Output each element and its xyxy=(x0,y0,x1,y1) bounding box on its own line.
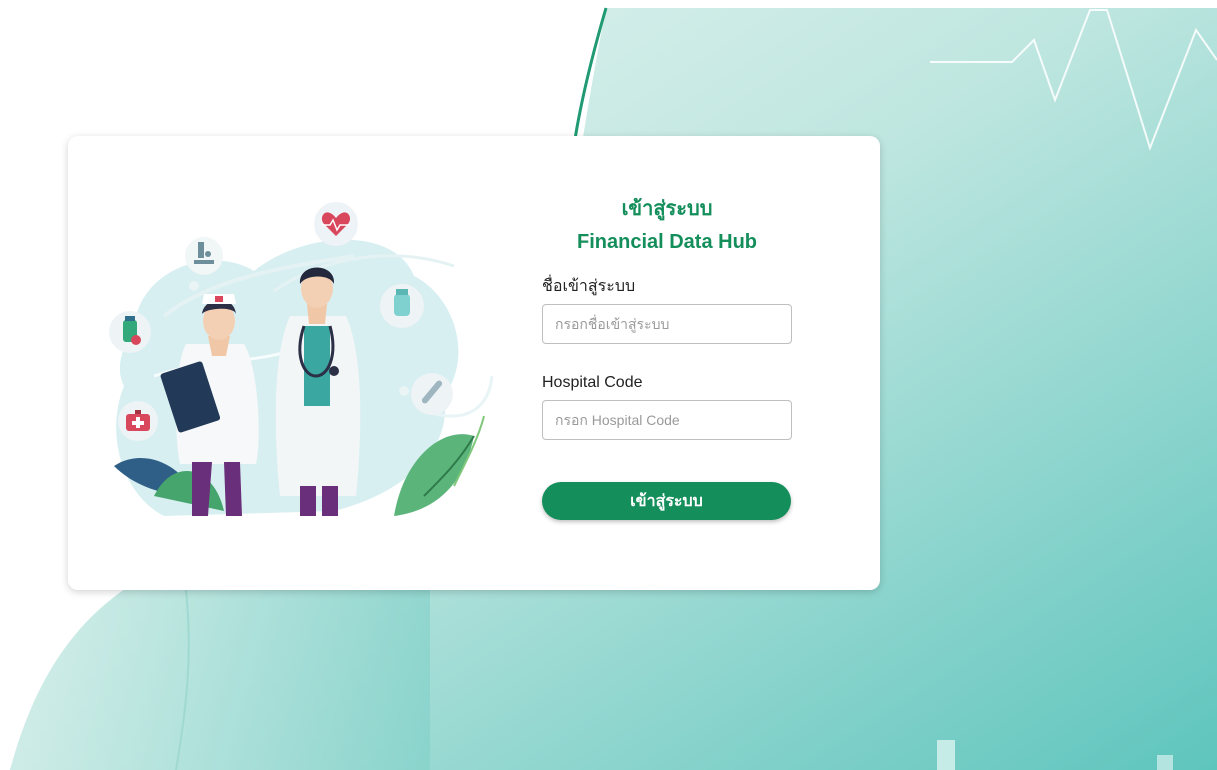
login-title: เข้าสู่ระบบ xyxy=(621,198,713,220)
medicine-bottle-icon xyxy=(109,311,151,353)
username-input[interactable] xyxy=(542,304,792,344)
pill-bottle-icon xyxy=(380,284,424,328)
login-page: เข้าสู่ระบบ Financial Data Hub ชื่อเข้าส… xyxy=(0,0,1217,770)
microscope-icon xyxy=(185,237,223,275)
login-button[interactable]: เข้าสู่ระบบ xyxy=(542,482,791,520)
login-card: เข้าสู่ระบบ Financial Data Hub ชื่อเข้าส… xyxy=(68,136,880,590)
heart-rate-icon xyxy=(314,202,358,246)
thermometer-icon xyxy=(411,373,453,415)
hospital-code-input[interactable] xyxy=(542,400,792,440)
doctors-illustration xyxy=(109,202,494,516)
first-aid-kit-icon xyxy=(118,401,158,441)
username-label: ชื่อเข้าสู่ระบบ xyxy=(542,278,636,295)
app-name: Financial Data Hub xyxy=(576,231,758,253)
login-form: เข้าสู่ระบบ Financial Data Hub ชื่อเข้าส… xyxy=(542,194,792,520)
hospital-code-label: Hospital Code xyxy=(542,374,643,391)
